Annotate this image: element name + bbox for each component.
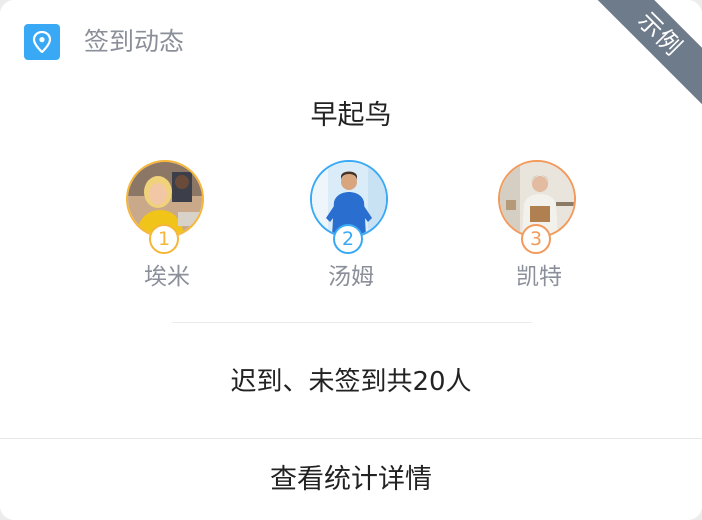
card-header: 签到动态 示例 bbox=[0, 0, 702, 119]
person-name: 汤姆 bbox=[328, 264, 374, 290]
early-bird-person[interactable]: 1 埃米 bbox=[122, 158, 212, 298]
early-bird-person[interactable]: 2 汤姆 bbox=[306, 158, 396, 298]
early-bird-person[interactable]: 3 凯特 bbox=[494, 158, 584, 298]
location-pin-icon bbox=[24, 24, 60, 60]
view-statistics-button[interactable]: 查看统计详情 bbox=[0, 439, 702, 520]
early-bird-title: 早起鸟 bbox=[310, 100, 392, 131]
sign-in-activity-card: 签到动态 示例 早起鸟 1 埃米 2 汤姆 3 凯特 迟到、未签到共20人 查看… bbox=[0, 0, 702, 520]
rank-badge: 1 bbox=[149, 224, 179, 254]
rank-badge: 3 bbox=[521, 224, 551, 254]
person-name: 埃米 bbox=[144, 264, 190, 290]
section-divider bbox=[172, 322, 532, 323]
person-name: 凯特 bbox=[516, 264, 562, 290]
rank-badge: 2 bbox=[333, 224, 363, 254]
sample-ribbon-label: 示例 bbox=[632, 6, 688, 62]
late-absent-summary: 迟到、未签到共20人 bbox=[230, 367, 472, 397]
card-title: 签到动态 bbox=[84, 27, 185, 56]
